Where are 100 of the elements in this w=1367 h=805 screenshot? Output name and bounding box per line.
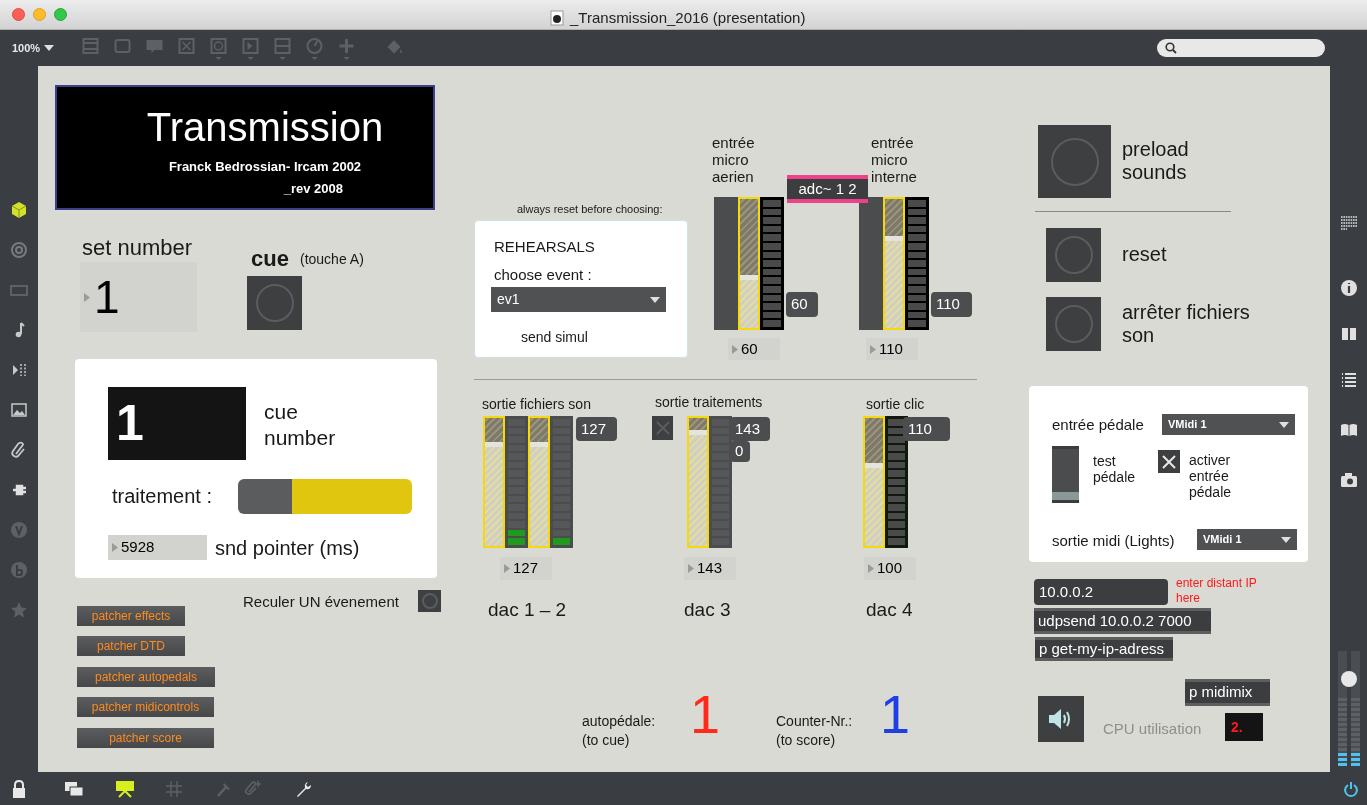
counter-value: 1: [880, 684, 911, 744]
number-box[interactable]: 5928: [108, 535, 207, 560]
triangle-icon: [112, 543, 118, 552]
label: (to score): [776, 731, 837, 750]
document-icon: [550, 10, 564, 27]
toggle[interactable]: [652, 416, 673, 440]
label: Counter-Nr.:: [776, 712, 853, 731]
number-badge: 127: [576, 417, 617, 441]
button-label[interactable]: send simul: [521, 327, 588, 348]
label: cue number: [264, 399, 337, 451]
number-display: 1: [108, 387, 246, 460]
label: arrêter fichiers son: [1122, 301, 1251, 347]
label: cue: [251, 245, 289, 273]
minimize-button[interactable]: [33, 8, 46, 21]
hint-text: (touche A): [300, 250, 364, 269]
ip-field[interactable]: 10.0.0.2: [1034, 579, 1168, 605]
number-badge: 143: [730, 417, 770, 441]
zoom-button[interactable]: [54, 8, 67, 21]
dial-icon[interactable]: [304, 36, 325, 60]
number-box[interactable]: 60: [728, 338, 780, 360]
cube-icon[interactable]: [9, 200, 29, 220]
dac-label: dac 1 – 2: [488, 598, 567, 622]
star-icon[interactable]: [9, 600, 29, 620]
window-title: _Transmission_2016 (presentation): [570, 8, 806, 28]
subpatcher-object[interactable]: p get-my-ip-adress: [1035, 637, 1173, 661]
label: traitement :: [112, 484, 213, 509]
slider-box-icon[interactable]: [272, 36, 293, 60]
label: entrée micro aerien: [712, 134, 756, 185]
wrench-icon[interactable]: [295, 779, 313, 798]
event-dropdown[interactable]: ev1: [491, 287, 666, 312]
note-text: always reset before choosing:: [517, 202, 663, 217]
number-box[interactable]: 100: [864, 557, 916, 580]
dac-label: dac 4: [866, 598, 913, 622]
number-badge: 60: [786, 292, 818, 317]
udpsend-object[interactable]: udpsend 10.0.0.2 7000: [1034, 608, 1211, 634]
device-dropdown[interactable]: VMidi 1: [1162, 414, 1295, 435]
label: preload sounds: [1122, 138, 1190, 184]
label: sortie midi (Lights): [1052, 531, 1175, 551]
dac-label: dac 3: [684, 598, 731, 622]
number-box[interactable]: 110: [866, 338, 918, 360]
volume-slider[interactable]: [1337, 651, 1360, 766]
slider[interactable]: [863, 416, 885, 548]
slider[interactable]: [738, 197, 760, 330]
adc-object[interactable]: adc~ 1 2: [787, 175, 868, 203]
slider[interactable]: [528, 416, 550, 548]
triangle-icon: [868, 564, 874, 573]
label: choose event :: [494, 265, 592, 285]
v-circle-icon[interactable]: [9, 520, 29, 540]
b-circle-icon[interactable]: [9, 560, 29, 580]
subpatcher-object[interactable]: p midimix: [1185, 679, 1270, 706]
play-box-icon[interactable]: [240, 36, 261, 60]
caret-icon: [650, 296, 660, 303]
number-badge: 0: [730, 441, 750, 462]
triangle-icon: [732, 344, 738, 354]
device-dropdown[interactable]: VMidi 1: [1197, 529, 1297, 550]
caret-icon: [44, 45, 55, 51]
button-icon[interactable]: [208, 36, 229, 60]
toggle[interactable]: [1158, 450, 1180, 473]
label: test pédale: [1093, 453, 1137, 485]
label: entrée pédale: [1052, 415, 1144, 435]
number-box[interactable]: 1: [80, 262, 197, 332]
label: snd pointer (ms): [215, 536, 360, 561]
slider[interactable]: [883, 197, 905, 330]
cpu-display: 2.: [1225, 713, 1263, 741]
label: reset: [1122, 243, 1168, 266]
number-box[interactable]: 127: [500, 557, 552, 580]
panel-title: REHEARSALS: [494, 237, 595, 257]
number-box[interactable]: 143: [684, 557, 736, 580]
label: CPU utilisation: [1103, 719, 1202, 739]
close-button[interactable]: [12, 8, 25, 21]
slider[interactable]: [483, 416, 505, 548]
pedal-slider[interactable]: [1052, 446, 1079, 503]
lock-icon[interactable]: [10, 778, 28, 799]
camera-icon[interactable]: [1338, 470, 1359, 490]
title-text: Transmission: [146, 105, 384, 149]
switch[interactable]: [238, 479, 412, 514]
number-badge: 110: [931, 292, 972, 317]
label: sortie traitements: [655, 393, 763, 412]
caret-icon: [1281, 536, 1291, 543]
slider[interactable]: [687, 416, 709, 548]
windows-icon[interactable]: [64, 779, 84, 798]
triangle-icon: [84, 292, 90, 302]
search-field[interactable]: [1157, 39, 1325, 57]
power-icon[interactable]: [1343, 780, 1359, 797]
number-badge: 110: [903, 417, 950, 441]
info-icon[interactable]: [1338, 278, 1359, 298]
label: set number: [82, 234, 193, 262]
hint-text: enter distant IP here: [1176, 576, 1258, 606]
audio-button[interactable]: [1038, 696, 1084, 742]
label: activer entrée pédale: [1189, 452, 1233, 500]
triangle-icon: [688, 564, 694, 573]
caret-icon: [1279, 421, 1289, 428]
presentation-icon[interactable]: [115, 779, 135, 798]
zoom-level[interactable]: 100%: [12, 39, 41, 57]
credit-text: Franck Bedrossian- Ircam 2002: [168, 158, 362, 176]
target-icon[interactable]: [9, 240, 29, 260]
counter-value: 1: [690, 684, 721, 744]
label: autopédale:: [582, 712, 656, 731]
triangle-icon: [870, 344, 876, 354]
image-icon[interactable]: [9, 400, 29, 420]
